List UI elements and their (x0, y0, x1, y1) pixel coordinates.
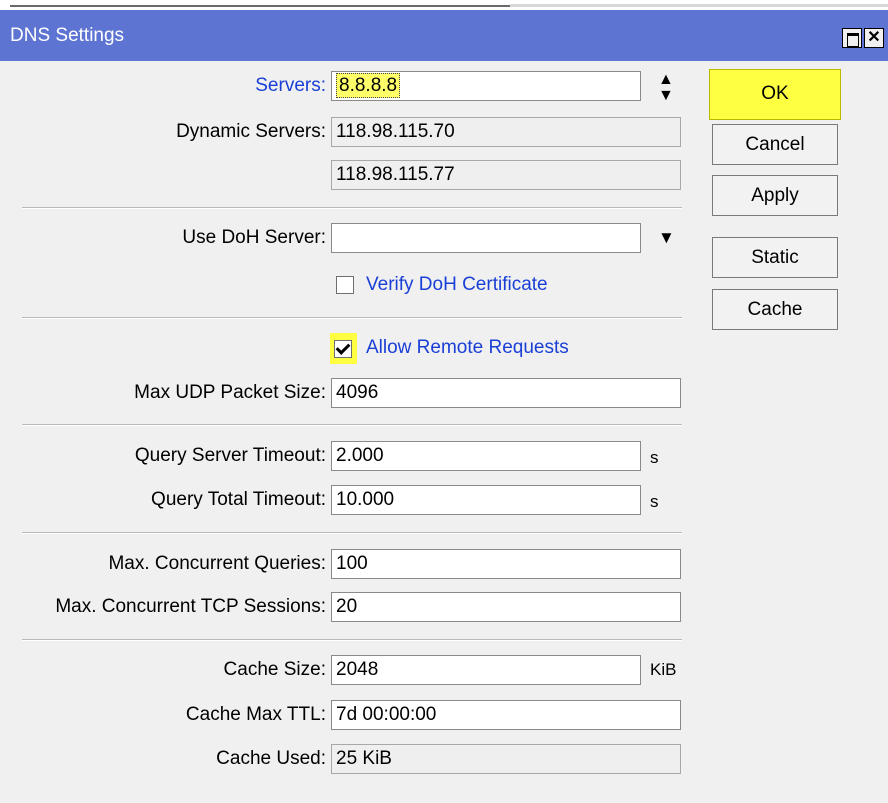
servers-value: 8.8.8.8 (336, 73, 401, 98)
servers-label: Servers: (255, 75, 326, 96)
query-server-timeout-input[interactable]: 2.000 (331, 441, 641, 471)
cache-max-ttl-label: Cache Max TTL: (185, 704, 326, 725)
cache-max-ttl-input[interactable]: 7d 00:00:00 (331, 700, 681, 730)
cache-used-label: Cache Used: (216, 748, 326, 769)
max-concurrent-queries-input[interactable]: 100 (331, 549, 681, 579)
use-doh-server-label: Use DoH Server: (182, 227, 326, 248)
query-server-timeout-unit: s (650, 448, 659, 467)
underlying-window-edge (10, 5, 510, 7)
cancel-button[interactable]: Cancel (712, 124, 838, 165)
close-icon[interactable]: ✕ (864, 28, 884, 48)
dropdown-arrow-icon[interactable]: ▼ (658, 229, 675, 246)
query-total-timeout-unit: s (650, 492, 659, 511)
up-down-arrow-icon[interactable]: ▲ ▼ (658, 72, 674, 104)
verify-doh-certificate-label[interactable]: Verify DoH Certificate (366, 270, 548, 300)
dns-settings-dialog: Servers: 8.8.8.8 ▲ ▼ Dynamic Servers: 118… (0, 61, 888, 803)
query-total-timeout-label: Query Total Timeout: (151, 489, 326, 510)
title-bar[interactable]: DNS Settings ✕ (0, 10, 888, 61)
separator (22, 639, 682, 641)
query-total-timeout-input[interactable]: 10.000 (331, 485, 641, 515)
max-concurrent-tcp-sessions-label: Max. Concurrent TCP Sessions: (55, 596, 326, 617)
cache-size-label: Cache Size: (223, 659, 326, 680)
static-button[interactable]: Static (712, 237, 838, 278)
dynamic-server-field-2: 118.98.115.77 (331, 160, 681, 190)
maximize-icon[interactable] (842, 28, 862, 48)
max-udp-packet-size-label: Max UDP Packet Size: (134, 382, 326, 403)
dynamic-server-field-1: 118.98.115.70 (331, 117, 681, 147)
window-title: DNS Settings (10, 25, 125, 46)
dynamic-servers-label: Dynamic Servers: (176, 121, 326, 142)
cache-button[interactable]: Cache (712, 289, 838, 330)
cache-used-field: 25 KiB (331, 744, 681, 774)
top-strip (0, 0, 888, 10)
separator (22, 532, 682, 534)
max-concurrent-queries-label: Max. Concurrent Queries: (108, 553, 326, 574)
ok-button[interactable]: OK (709, 69, 841, 120)
underlying-window-edge-2 (510, 4, 888, 7)
separator (22, 207, 682, 209)
verify-doh-certificate-checkbox[interactable] (336, 276, 354, 294)
max-concurrent-tcp-sessions-input[interactable]: 20 (331, 592, 681, 622)
apply-button[interactable]: Apply (712, 175, 838, 216)
servers-input[interactable]: 8.8.8.8 (331, 71, 641, 101)
cache-size-unit: KiB (650, 660, 677, 679)
max-udp-packet-size-input[interactable]: 4096 (331, 378, 681, 408)
separator (22, 424, 682, 426)
separator (22, 317, 682, 319)
use-doh-server-select[interactable] (331, 223, 641, 253)
cache-size-input[interactable]: 2048 (331, 655, 641, 685)
allow-remote-requests-label[interactable]: Allow Remote Requests (366, 333, 569, 363)
allow-remote-requests-checkbox[interactable] (334, 340, 352, 358)
query-server-timeout-label: Query Server Timeout: (134, 445, 326, 466)
